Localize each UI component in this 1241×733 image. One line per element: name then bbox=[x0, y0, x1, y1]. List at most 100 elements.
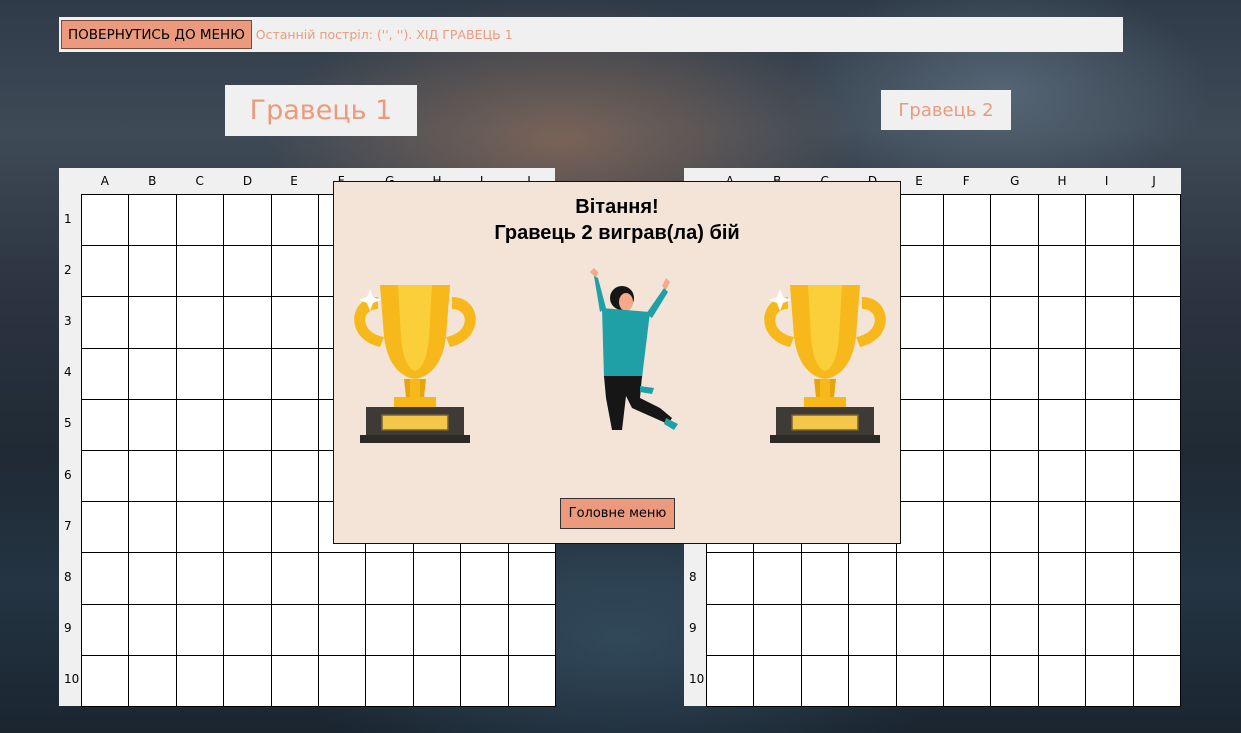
p1-board-cell[interactable] bbox=[81, 603, 130, 656]
p2-board-cell[interactable] bbox=[1085, 347, 1134, 400]
p2-board-cell[interactable] bbox=[943, 245, 992, 298]
p1-board-cell[interactable] bbox=[270, 654, 319, 707]
p1-board-cell[interactable] bbox=[223, 398, 272, 451]
p2-board-cell[interactable] bbox=[753, 552, 802, 605]
p2-board-cell[interactable] bbox=[1085, 603, 1134, 656]
p2-board-cell[interactable] bbox=[895, 194, 944, 247]
p2-board-cell[interactable] bbox=[1132, 450, 1181, 503]
p1-board-cell[interactable] bbox=[223, 552, 272, 605]
p2-board-cell[interactable] bbox=[800, 654, 850, 707]
p1-board-cell[interactable] bbox=[412, 552, 462, 605]
p1-board-cell[interactable] bbox=[223, 450, 272, 503]
p2-board-cell[interactable] bbox=[753, 654, 802, 707]
p2-board-cell[interactable] bbox=[990, 552, 1039, 605]
p1-board-cell[interactable] bbox=[128, 398, 177, 451]
p2-board-cell[interactable] bbox=[990, 347, 1039, 400]
p2-board-cell[interactable] bbox=[943, 347, 992, 400]
p1-board-cell[interactable] bbox=[81, 552, 130, 605]
p1-board-cell[interactable] bbox=[412, 603, 462, 656]
p2-board-cell[interactable] bbox=[1085, 552, 1134, 605]
p2-board-cell[interactable] bbox=[1037, 296, 1087, 349]
p1-board-cell[interactable] bbox=[270, 398, 319, 451]
p2-board-cell[interactable] bbox=[1132, 603, 1181, 656]
p2-board-cell[interactable] bbox=[895, 347, 944, 400]
p2-board-cell[interactable] bbox=[990, 450, 1039, 503]
p2-board-cell[interactable] bbox=[895, 450, 944, 503]
p2-board-cell[interactable] bbox=[943, 296, 992, 349]
p2-board-cell[interactable] bbox=[1037, 654, 1087, 707]
p2-board-cell[interactable] bbox=[1085, 398, 1134, 451]
p1-board-cell[interactable] bbox=[81, 654, 130, 707]
p1-board-cell[interactable] bbox=[318, 552, 367, 605]
p1-board-cell[interactable] bbox=[365, 654, 414, 707]
p2-board-cell[interactable] bbox=[848, 552, 897, 605]
p2-board-cell[interactable] bbox=[895, 552, 944, 605]
p2-board-cell[interactable] bbox=[706, 654, 755, 707]
p2-board-cell[interactable] bbox=[1037, 603, 1087, 656]
p1-board-cell[interactable] bbox=[175, 552, 225, 605]
p1-board-cell[interactable] bbox=[223, 603, 272, 656]
p1-board-cell[interactable] bbox=[128, 552, 177, 605]
p1-board-cell[interactable] bbox=[460, 654, 509, 707]
p2-board-cell[interactable] bbox=[943, 501, 992, 554]
p1-board-cell[interactable] bbox=[223, 654, 272, 707]
p1-board-cell[interactable] bbox=[175, 398, 225, 451]
p2-board-cell[interactable] bbox=[753, 603, 802, 656]
p1-board-cell[interactable] bbox=[128, 245, 177, 298]
p2-board-cell[interactable] bbox=[990, 501, 1039, 554]
p2-board-cell[interactable] bbox=[1132, 347, 1181, 400]
p2-board-cell[interactable] bbox=[1132, 245, 1181, 298]
p2-board-cell[interactable] bbox=[943, 450, 992, 503]
p2-board-cell[interactable] bbox=[800, 603, 850, 656]
p1-board-cell[interactable] bbox=[460, 603, 509, 656]
p2-board-cell[interactable] bbox=[895, 398, 944, 451]
p2-board-cell[interactable] bbox=[1132, 501, 1181, 554]
p2-board-cell[interactable] bbox=[943, 603, 992, 656]
p2-board-cell[interactable] bbox=[1132, 654, 1181, 707]
main-menu-button[interactable]: Головне меню bbox=[560, 498, 675, 529]
p1-board-cell[interactable] bbox=[128, 450, 177, 503]
p2-board-cell[interactable] bbox=[1037, 347, 1087, 400]
p1-board-cell[interactable] bbox=[270, 296, 319, 349]
p2-board-cell[interactable] bbox=[943, 194, 992, 247]
p1-board-cell[interactable] bbox=[81, 245, 130, 298]
p2-board-cell[interactable] bbox=[1132, 194, 1181, 247]
p2-board-cell[interactable] bbox=[943, 398, 992, 451]
p1-board-cell[interactable] bbox=[128, 654, 177, 707]
p1-board-cell[interactable] bbox=[270, 245, 319, 298]
p1-board-cell[interactable] bbox=[128, 194, 177, 247]
p2-board-cell[interactable] bbox=[1037, 501, 1087, 554]
p1-board-cell[interactable] bbox=[318, 654, 367, 707]
p1-board-cell[interactable] bbox=[270, 347, 319, 400]
p1-board-cell[interactable] bbox=[412, 654, 462, 707]
p1-board-cell[interactable] bbox=[507, 603, 556, 656]
p2-board-cell[interactable] bbox=[990, 296, 1039, 349]
p1-board-cell[interactable] bbox=[507, 654, 556, 707]
p1-board-cell[interactable] bbox=[175, 501, 225, 554]
p2-board-cell[interactable] bbox=[706, 552, 755, 605]
p1-board-cell[interactable] bbox=[223, 245, 272, 298]
p2-board-cell[interactable] bbox=[990, 398, 1039, 451]
p2-board-cell[interactable] bbox=[1132, 552, 1181, 605]
p1-board-cell[interactable] bbox=[81, 398, 130, 451]
p1-board-cell[interactable] bbox=[128, 296, 177, 349]
p1-board-cell[interactable] bbox=[270, 501, 319, 554]
p1-board-cell[interactable] bbox=[175, 654, 225, 707]
p2-board-cell[interactable] bbox=[848, 603, 897, 656]
p1-board-cell[interactable] bbox=[223, 347, 272, 400]
p1-board-cell[interactable] bbox=[270, 603, 319, 656]
p2-board-cell[interactable] bbox=[1085, 296, 1134, 349]
p1-board-cell[interactable] bbox=[81, 347, 130, 400]
p1-board-cell[interactable] bbox=[81, 450, 130, 503]
p2-board-cell[interactable] bbox=[895, 245, 944, 298]
p1-board-cell[interactable] bbox=[81, 501, 130, 554]
p1-board-cell[interactable] bbox=[175, 347, 225, 400]
p2-board-cell[interactable] bbox=[990, 245, 1039, 298]
p1-board-cell[interactable] bbox=[223, 501, 272, 554]
p1-board-cell[interactable] bbox=[223, 194, 272, 247]
back-to-menu-button[interactable]: ПОВЕРНУТИСЬ ДО МЕНЮ bbox=[61, 20, 252, 49]
p2-board-cell[interactable] bbox=[1085, 450, 1134, 503]
p2-board-cell[interactable] bbox=[895, 603, 944, 656]
p1-board-cell[interactable] bbox=[270, 194, 319, 247]
p2-board-cell[interactable] bbox=[1132, 296, 1181, 349]
